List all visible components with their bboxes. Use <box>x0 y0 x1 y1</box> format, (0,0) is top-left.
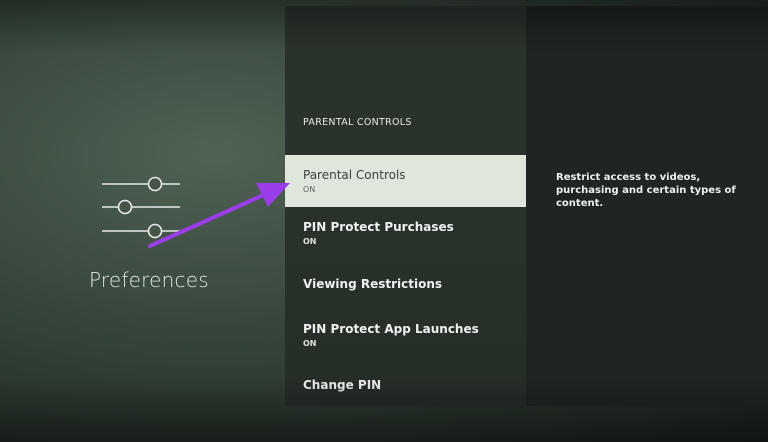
menu-item-viewing-restrictions[interactable]: Viewing Restrictions <box>285 259 526 311</box>
settings-menu: PARENTAL CONTROLS Parental Controls ON P… <box>285 6 526 406</box>
menu-item-parental-controls[interactable]: Parental Controls ON <box>285 155 526 207</box>
menu-header: PARENTAL CONTROLS <box>303 117 412 128</box>
menu-item-title: PIN Protect App Launches <box>303 322 479 336</box>
menu-item-pin-protect-purchases[interactable]: PIN Protect Purchases ON <box>285 207 526 259</box>
menu-item-status: ON <box>303 339 317 348</box>
menu-item-title: Change PIN <box>303 378 382 392</box>
description-panel: Restrict access to videos, purchasing an… <box>526 6 768 406</box>
menu-item-title: Viewing Restrictions <box>303 277 443 291</box>
menu-item-status: ON <box>303 237 317 246</box>
menu-item-status: ON <box>303 185 316 194</box>
menu-item-title: PIN Protect Purchases <box>303 220 454 234</box>
setting-description: Restrict access to videos, purchasing an… <box>556 172 736 209</box>
menu-item-pin-protect-app-launches[interactable]: PIN Protect App Launches ON <box>285 311 526 363</box>
menu-item-title: Parental Controls <box>303 168 406 182</box>
tv-settings-screen: Preferences PARENTAL CONTROLS Parental C… <box>0 0 768 442</box>
category-label: Preferences <box>89 268 209 292</box>
menu-item-change-pin[interactable]: Change PIN <box>285 363 526 415</box>
category-panel: Preferences <box>0 0 285 442</box>
sliders-icon <box>102 176 180 239</box>
